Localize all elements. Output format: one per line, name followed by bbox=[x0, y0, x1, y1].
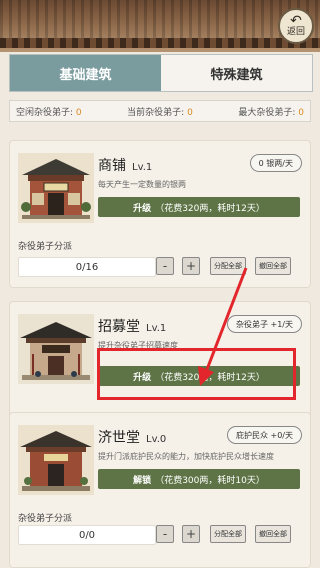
highlight-arrow-icon bbox=[198, 267, 248, 386]
